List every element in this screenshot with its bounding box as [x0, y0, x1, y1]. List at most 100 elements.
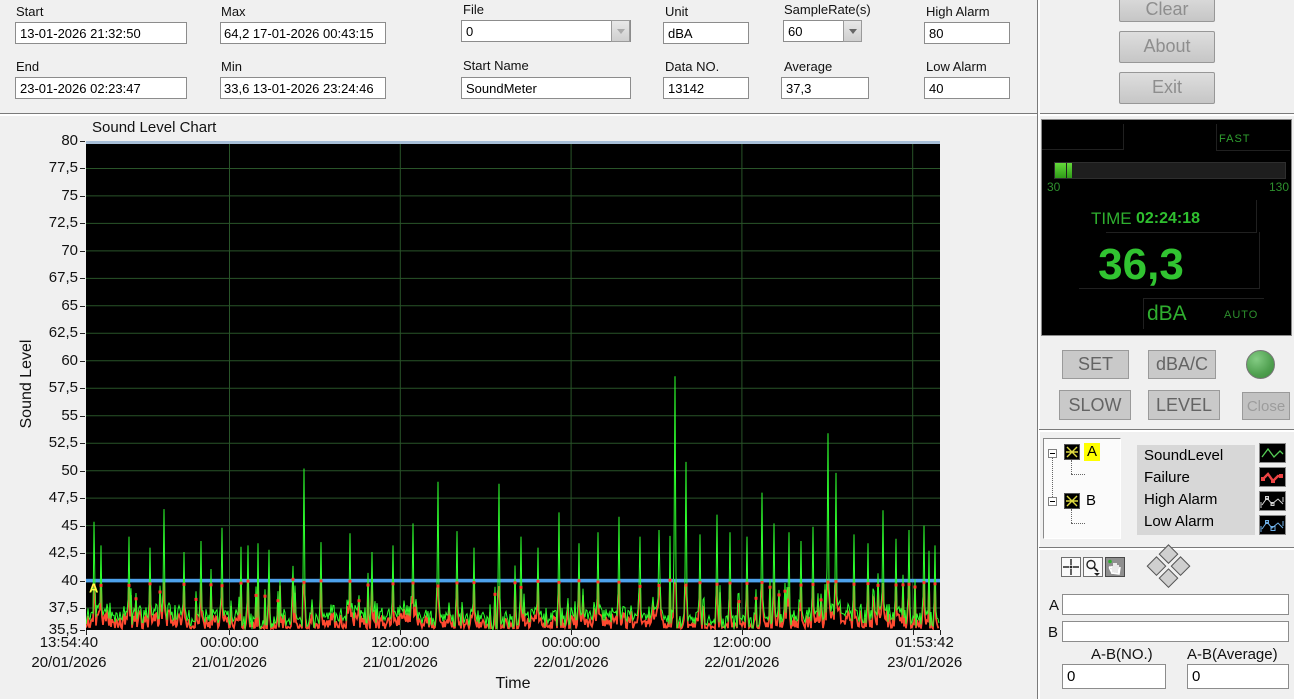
- x-axis-label: Time: [495, 675, 531, 692]
- legend-list: SoundLevel Failure High Alarm Low Alarm: [1137, 445, 1255, 535]
- tree-expand-icon[interactable]: [1048, 497, 1057, 506]
- level-bar-track: [1054, 162, 1286, 179]
- y-tick-label: 52,5: [48, 434, 78, 452]
- y-tick-mark: [80, 388, 85, 390]
- slow-button[interactable]: SLOW: [1059, 390, 1131, 420]
- high-alarm-line-icon[interactable]: [1259, 491, 1286, 511]
- close-button[interactable]: Close: [1242, 392, 1290, 420]
- y-tick-label: 47,5: [48, 489, 78, 507]
- ab-average-value[interactable]: [1187, 664, 1289, 689]
- y-tick-mark: [80, 608, 85, 610]
- plot-b-label[interactable]: B: [1086, 492, 1096, 510]
- exit-button[interactable]: Exit: [1119, 72, 1215, 104]
- ab-no-value[interactable]: [1062, 664, 1166, 689]
- clear-button[interactable]: Clear: [1119, 0, 1215, 22]
- pan-tool-button[interactable]: [1105, 557, 1125, 577]
- tree-connector: [1052, 458, 1054, 501]
- min-input[interactable]: [220, 77, 386, 99]
- legend-item-low-alarm[interactable]: Low Alarm: [1137, 511, 1255, 533]
- sound-level-plot[interactable]: A: [85, 141, 940, 632]
- failure-line-icon[interactable]: [1259, 467, 1286, 487]
- low-alarm-line-icon[interactable]: [1259, 515, 1286, 535]
- soundlevel-line-icon[interactable]: [1259, 443, 1286, 463]
- y-tick-label: 77,5: [48, 159, 78, 177]
- x-tick-mark: [229, 630, 231, 635]
- tree-expand-icon[interactable]: [1048, 449, 1057, 458]
- data-no-input[interactable]: [663, 77, 749, 99]
- chart-title: Sound Level Chart: [92, 119, 217, 136]
- start-name-input[interactable]: [461, 77, 631, 99]
- x-tick-mark: [940, 630, 941, 635]
- y-tick-mark: [80, 333, 85, 335]
- y-tick-label: 40: [61, 571, 78, 589]
- level-bar-min: 30: [1047, 180, 1061, 194]
- x-tick-label: 13:54:40 20/01/2026: [31, 634, 107, 671]
- x-tick-mark: [912, 630, 914, 635]
- tree-connector: [1071, 523, 1085, 525]
- ab-average-label: A-B(Average): [1187, 646, 1278, 663]
- chevron-down-icon: [616, 28, 625, 34]
- end-label: End: [16, 59, 40, 74]
- about-button[interactable]: About: [1119, 31, 1215, 63]
- start-input[interactable]: [15, 22, 187, 44]
- y-tick-label: 65: [61, 296, 78, 314]
- legend-item-failure[interactable]: Failure: [1137, 467, 1255, 489]
- y-tick-label: 80: [61, 132, 78, 149]
- dba-c-button[interactable]: dBA/C: [1148, 350, 1216, 379]
- plot-a-icon[interactable]: [1064, 444, 1080, 460]
- start-label: Start: [16, 4, 44, 19]
- x-tick-mark: [400, 630, 402, 635]
- x-tick-label: 00:00:00 21/01/2026: [191, 634, 268, 671]
- meter-range-auto: AUTO: [1224, 309, 1259, 321]
- scroll-dpad[interactable]: [1145, 544, 1192, 591]
- average-input[interactable]: [781, 77, 869, 99]
- x-tick-mark: [571, 630, 573, 635]
- y-tick-mark: [80, 553, 85, 555]
- high-alarm-input[interactable]: [924, 22, 1010, 44]
- sound-level-reading: 36,3: [1098, 240, 1184, 289]
- y-tick-label: 72,5: [48, 214, 78, 232]
- level-button[interactable]: LEVEL: [1148, 390, 1220, 420]
- plot-a-label[interactable]: A: [1084, 443, 1101, 461]
- legend-item-high-alarm[interactable]: High Alarm: [1137, 489, 1255, 511]
- y-tick-label: 62,5: [48, 324, 78, 342]
- end-input[interactable]: [15, 77, 187, 99]
- y-tick-label: 75: [61, 186, 78, 204]
- file-select[interactable]: [461, 20, 631, 42]
- set-button[interactable]: SET: [1062, 350, 1129, 379]
- sound-level-series: A: [85, 141, 940, 632]
- high-alarm-label: High Alarm: [926, 4, 990, 19]
- plot-b-icon[interactable]: [1064, 493, 1080, 509]
- y-tick-mark: [80, 305, 85, 307]
- legend-item-soundlevel[interactable]: SoundLevel: [1137, 445, 1255, 467]
- cursor-a-value[interactable]: [1062, 594, 1289, 615]
- x-tick-mark: [86, 630, 87, 635]
- file-dropdown-button[interactable]: [611, 20, 630, 42]
- y-tick-label: 67,5: [48, 269, 78, 287]
- sample-rate-dropdown-button[interactable]: [843, 20, 862, 42]
- hand-icon: [1108, 559, 1121, 575]
- y-tick-mark: [80, 470, 85, 472]
- crosshair-icon: [1063, 559, 1079, 575]
- y-tick-label: 57,5: [48, 379, 78, 397]
- status-led: [1246, 350, 1275, 379]
- sample-rate-select[interactable]: [783, 20, 844, 42]
- y-tick-mark: [80, 195, 85, 197]
- y-tick-mark: [80, 415, 85, 417]
- min-label: Min: [221, 59, 242, 74]
- cursor-tool-button[interactable]: [1061, 557, 1081, 577]
- tree-connector: [1071, 509, 1073, 523]
- cursor-b-value[interactable]: [1062, 621, 1289, 642]
- x-tick-label: 12:00:00 21/01/2026: [362, 634, 438, 671]
- unit-input[interactable]: [663, 22, 749, 44]
- y-tick-label: 45: [61, 516, 78, 534]
- zoom-tool-button[interactable]: [1083, 557, 1103, 577]
- data-no-label: Data NO.: [665, 59, 720, 74]
- y-tick-mark: [80, 223, 85, 225]
- y-tick-mark: [80, 278, 85, 280]
- y-tick-mark: [80, 443, 85, 445]
- max-input[interactable]: [220, 22, 386, 44]
- sample-rate-label: SampleRate(s): [784, 2, 871, 17]
- low-alarm-input[interactable]: [924, 77, 1010, 99]
- meter-mode-fast: FAST: [1219, 133, 1251, 145]
